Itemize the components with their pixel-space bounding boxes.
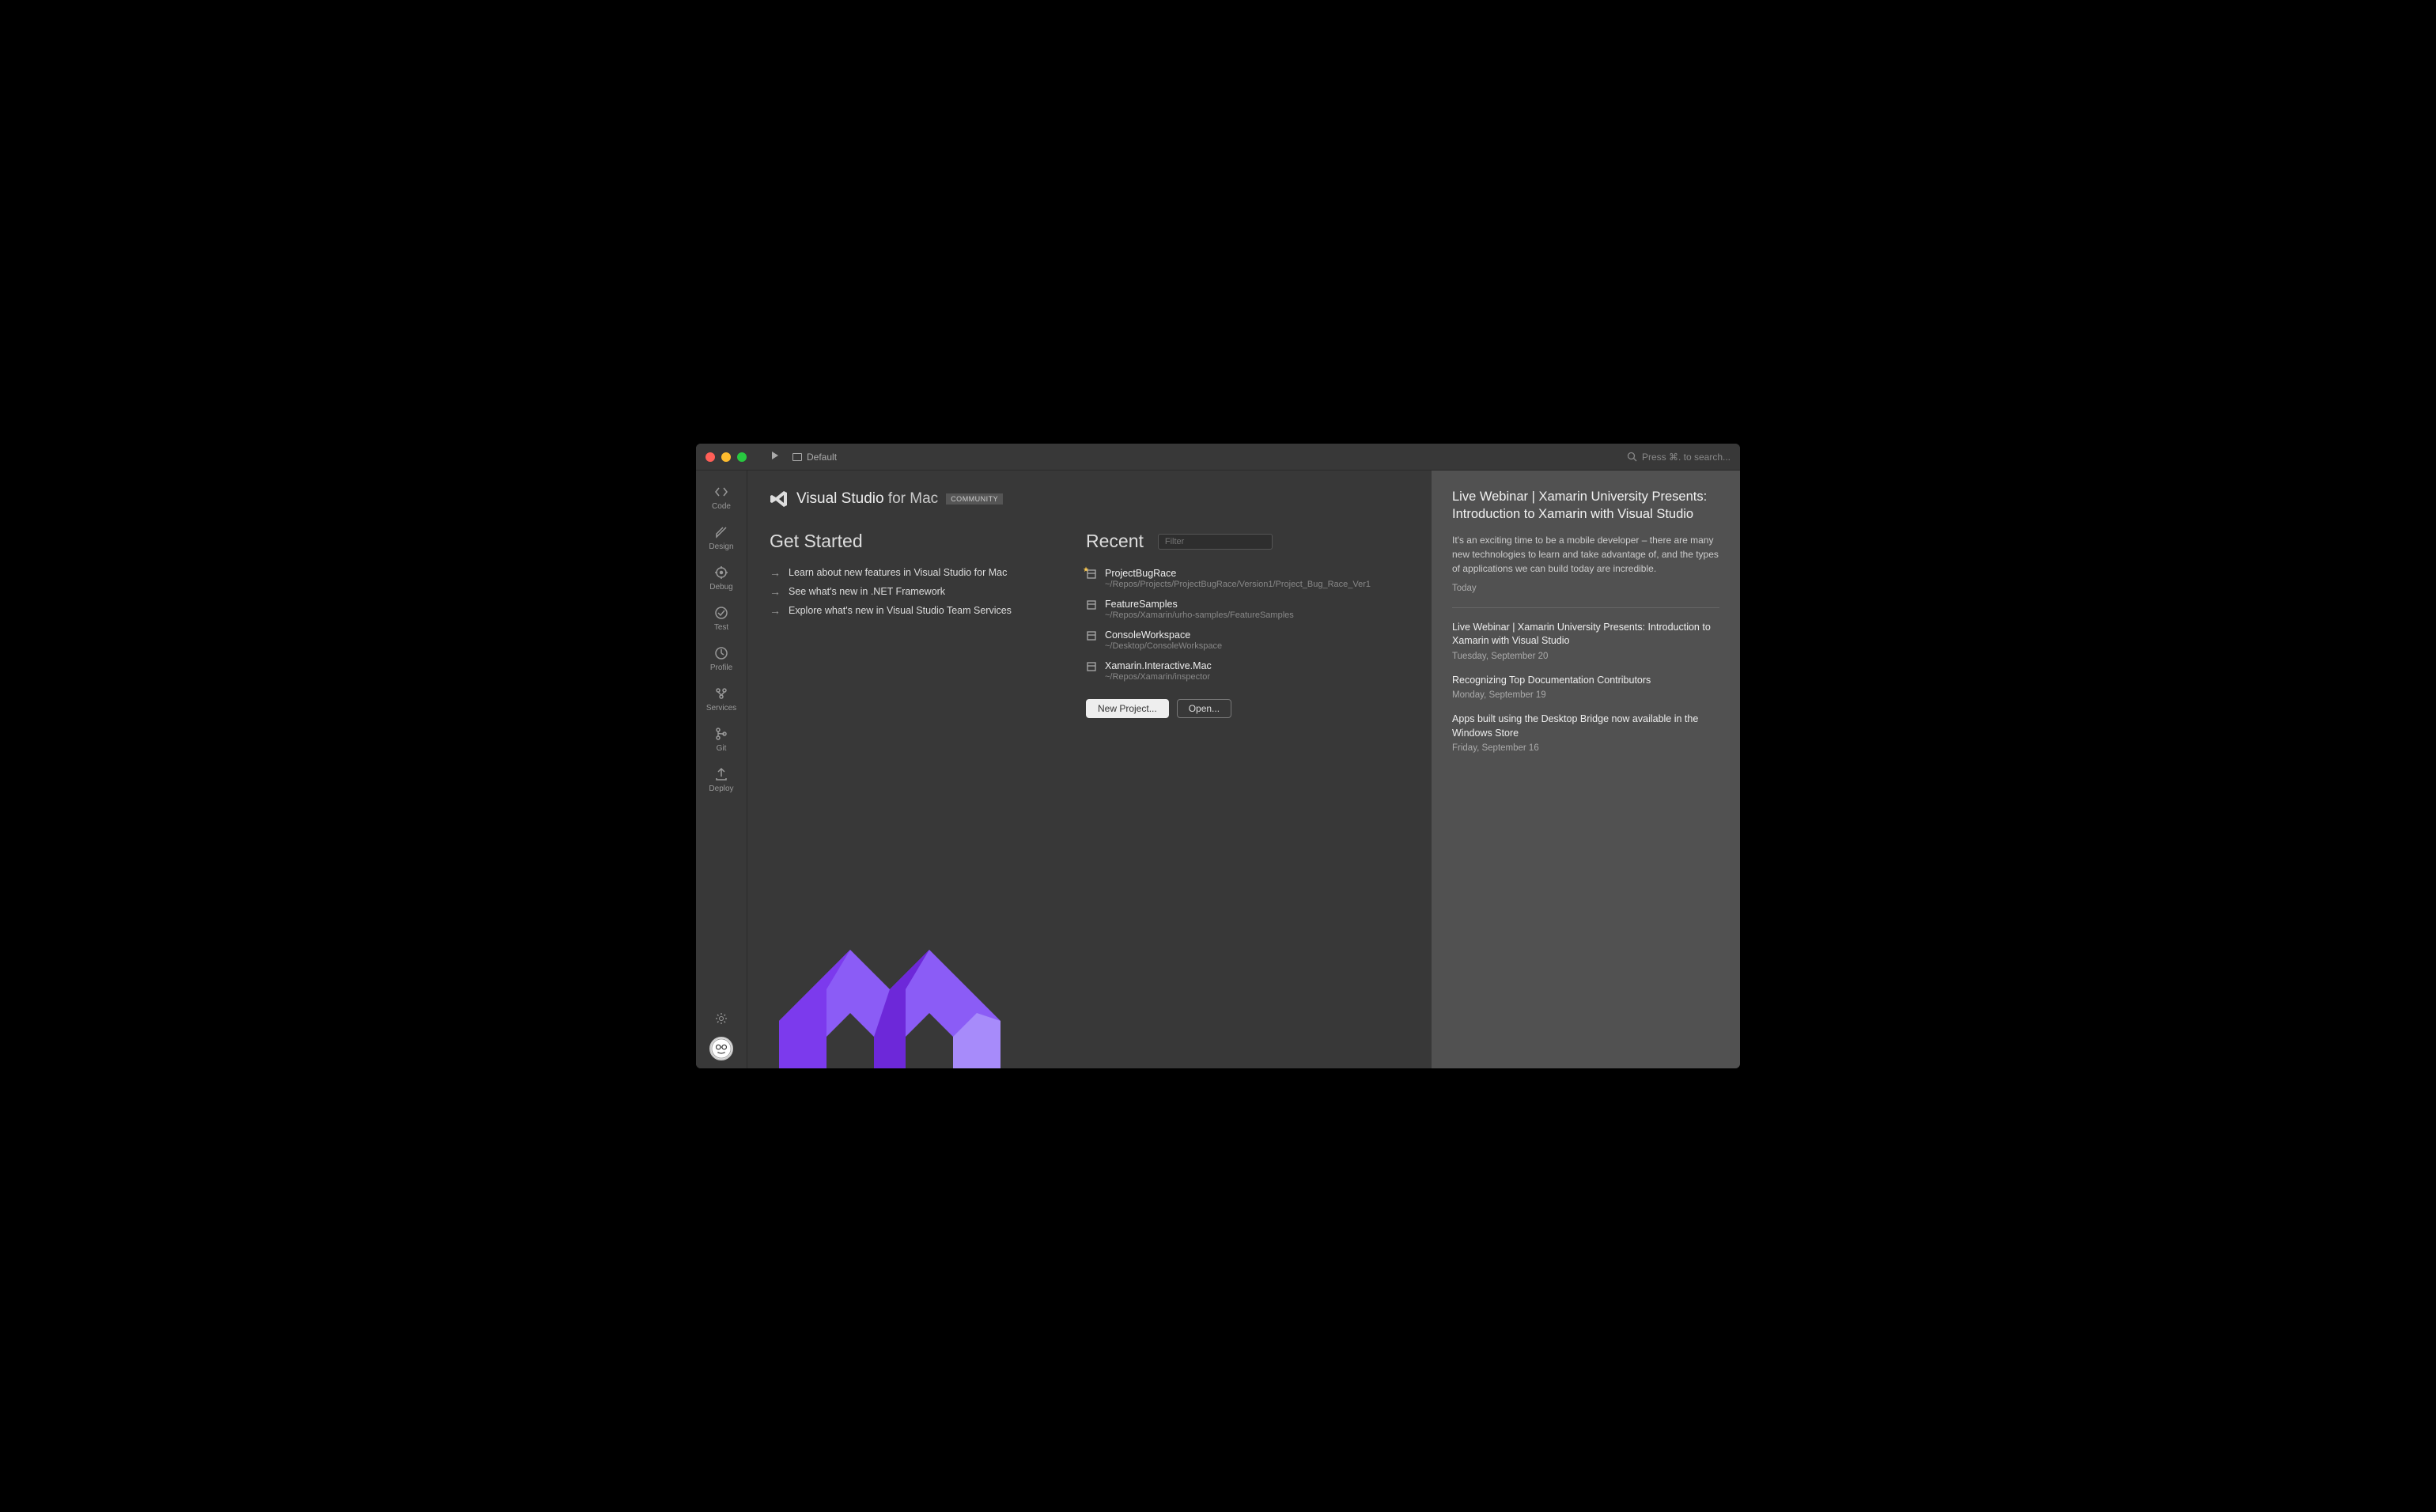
divider (1452, 607, 1719, 608)
global-search[interactable]: Press ⌘. to search... (1627, 452, 1731, 463)
titlebar: Default Press ⌘. to search... (696, 444, 1740, 471)
news-panel: Live Webinar | Xamarin University Presen… (1432, 471, 1740, 1068)
new-project-button[interactable]: New Project... (1086, 699, 1169, 718)
news-item[interactable]: Live Webinar | Xamarin University Presen… (1452, 621, 1719, 661)
arrow-icon: → (770, 585, 781, 598)
run-button[interactable] (764, 451, 786, 463)
recent-path: ~/Repos/Projects/ProjectBugRace/Version1… (1105, 580, 1371, 589)
recent-project[interactable]: ConsoleWorkspace~/Desktop/ConsoleWorkspa… (1086, 625, 1409, 656)
services-icon (714, 686, 728, 701)
news-featured-date: Today (1452, 584, 1719, 593)
debug-icon (714, 565, 728, 580)
sidebar-label: Deploy (709, 784, 733, 793)
link-text: See what's new in .NET Framework (789, 586, 945, 597)
sidebar-label: Debug (709, 583, 732, 592)
recent-project[interactable]: FeatureSamples~/Repos/Xamarin/urho-sampl… (1086, 594, 1409, 625)
sidebar-item-design[interactable]: Design (696, 519, 747, 559)
open-button[interactable]: Open... (1177, 699, 1231, 718)
recent-project[interactable]: Xamarin.Interactive.Mac~/Repos/Xamarin/i… (1086, 656, 1409, 686)
configuration-label: Default (807, 452, 837, 463)
recent-name: Xamarin.Interactive.Mac (1105, 660, 1212, 671)
get-started-link[interactable]: → See what's new in .NET Framework (770, 582, 1038, 601)
edition-badge: COMMUNITY (946, 493, 1003, 505)
code-icon (714, 485, 728, 499)
news-item[interactable]: Apps built using the Desktop Bridge now … (1452, 713, 1719, 753)
recent-name: FeatureSamples (1105, 599, 1294, 610)
news-item-title: Live Webinar | Xamarin University Presen… (1452, 621, 1719, 648)
sidebar-label: Profile (710, 663, 732, 672)
news-item[interactable]: Recognizing Top Documentation Contributo… (1452, 674, 1719, 701)
vs-brand-text: Visual Studio for Mac (796, 490, 938, 508)
sidebar-label: Services (706, 704, 736, 713)
avatar-icon (711, 1038, 732, 1060)
recent-path: ~/Repos/Xamarin/urho-samples/FeatureSamp… (1105, 610, 1294, 620)
recent-path: ~/Desktop/ConsoleWorkspace (1105, 641, 1222, 651)
git-icon (714, 727, 728, 741)
app-window: Default Press ⌘. to search... Code Desig… (696, 444, 1740, 1068)
news-item-date: Monday, September 19 (1452, 690, 1719, 700)
recent-project[interactable]: ★ ProjectBugRace~/Repos/Projects/Project… (1086, 563, 1409, 594)
news-featured-title: Live Webinar | Xamarin University Presen… (1452, 488, 1719, 524)
star-icon: ★ (1083, 565, 1089, 574)
link-text: Explore what's new in Visual Studio Team… (789, 605, 1012, 616)
news-item-title: Recognizing Top Documentation Contributo… (1452, 674, 1719, 688)
minimize-window[interactable] (721, 452, 731, 462)
solution-icon (1086, 630, 1097, 641)
folder-icon (792, 453, 802, 461)
news-featured[interactable]: Live Webinar | Xamarin University Presen… (1452, 488, 1719, 593)
vs-logo-icon (770, 490, 789, 508)
search-icon (1627, 452, 1637, 462)
window-body: Code Design Debug Test Profile Services (696, 471, 1740, 1068)
user-avatar[interactable] (709, 1037, 733, 1060)
recent-name: ConsoleWorkspace (1105, 629, 1222, 641)
recent-filter-input[interactable] (1158, 534, 1273, 550)
solution-icon: ★ (1086, 569, 1097, 580)
sidebar-item-deploy[interactable]: Deploy (696, 761, 747, 801)
news-item-date: Tuesday, September 20 (1452, 652, 1719, 661)
arrow-icon: → (770, 604, 781, 617)
link-text: Learn about new features in Visual Studi… (789, 567, 1007, 578)
settings-button[interactable] (715, 1012, 728, 1029)
sidebar-item-code[interactable]: Code (696, 478, 747, 519)
close-window[interactable] (705, 452, 715, 462)
zoom-window[interactable] (737, 452, 747, 462)
get-started-link[interactable]: → Explore what's new in Visual Studio Tea… (770, 601, 1038, 620)
sidebar-item-test[interactable]: Test (696, 599, 747, 640)
sidebar-label: Design (709, 542, 733, 551)
sidebar-item-git[interactable]: Git (696, 720, 747, 761)
recent-path: ~/Repos/Xamarin/inspector (1105, 672, 1212, 682)
recent-name: ProjectBugRace (1105, 568, 1371, 579)
sidebar: Code Design Debug Test Profile Services (696, 471, 747, 1068)
sidebar-label: Git (717, 744, 727, 753)
welcome-content: Visual Studio for Mac COMMUNITY Get Star… (747, 471, 1432, 1068)
test-icon (714, 606, 728, 620)
profile-icon (714, 646, 728, 660)
sidebar-item-debug[interactable]: Debug (696, 559, 747, 599)
sidebar-item-profile[interactable]: Profile (696, 640, 747, 680)
solution-icon (1086, 599, 1097, 610)
main-area: Visual Studio for Mac COMMUNITY Get Star… (747, 471, 1740, 1068)
sidebar-item-services[interactable]: Services (696, 680, 747, 720)
vs-logo-row: Visual Studio for Mac COMMUNITY (770, 490, 1409, 508)
solution-icon (1086, 661, 1097, 672)
search-placeholder: Press ⌘. to search... (1642, 452, 1731, 463)
gear-icon (715, 1012, 728, 1025)
get-started-link[interactable]: → Learn about new features in Visual Stud… (770, 563, 1038, 582)
sidebar-label: Code (712, 502, 731, 511)
m-logo-decoration (747, 918, 1032, 1068)
design-icon (714, 525, 728, 539)
news-item-title: Apps built using the Desktop Bridge now … (1452, 713, 1719, 740)
sidebar-label: Test (714, 623, 728, 632)
news-featured-body: It's an exciting time to be a mobile dev… (1452, 533, 1719, 576)
configuration-selector[interactable]: Default (792, 452, 837, 463)
arrow-icon: → (770, 566, 781, 579)
news-item-date: Friday, September 16 (1452, 743, 1719, 753)
get-started-title: Get Started (770, 531, 1038, 552)
deploy-icon (714, 767, 728, 781)
traffic-lights (705, 452, 747, 462)
recent-title: Recent (1086, 531, 1144, 552)
